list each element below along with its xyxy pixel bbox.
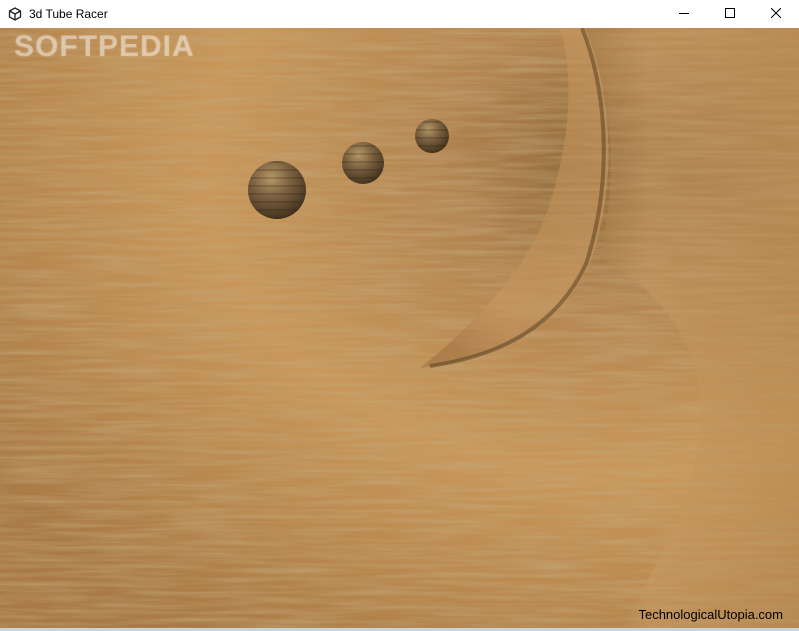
game-window: 3d Tube Racer SOFTPEDIA TechnologicalUto… xyxy=(0,0,799,631)
credit-text: TechnologicalUtopia.com xyxy=(638,607,783,622)
window-controls xyxy=(661,0,799,28)
sphere-small xyxy=(415,119,449,153)
title-bar[interactable]: 3d Tube Racer xyxy=(0,0,799,28)
tube-scene xyxy=(0,28,799,628)
unity-logo-icon xyxy=(7,6,23,22)
minimize-button[interactable] xyxy=(661,0,707,28)
close-button[interactable] xyxy=(753,0,799,28)
minimize-icon xyxy=(679,5,689,23)
sphere-medium xyxy=(342,142,384,184)
close-icon xyxy=(770,5,782,23)
maximize-button[interactable] xyxy=(707,0,753,28)
window-title: 3d Tube Racer xyxy=(29,7,108,21)
game-viewport[interactable]: SOFTPEDIA TechnologicalUtopia.com xyxy=(0,28,799,628)
sphere-large xyxy=(248,161,306,219)
maximize-icon xyxy=(725,5,735,23)
